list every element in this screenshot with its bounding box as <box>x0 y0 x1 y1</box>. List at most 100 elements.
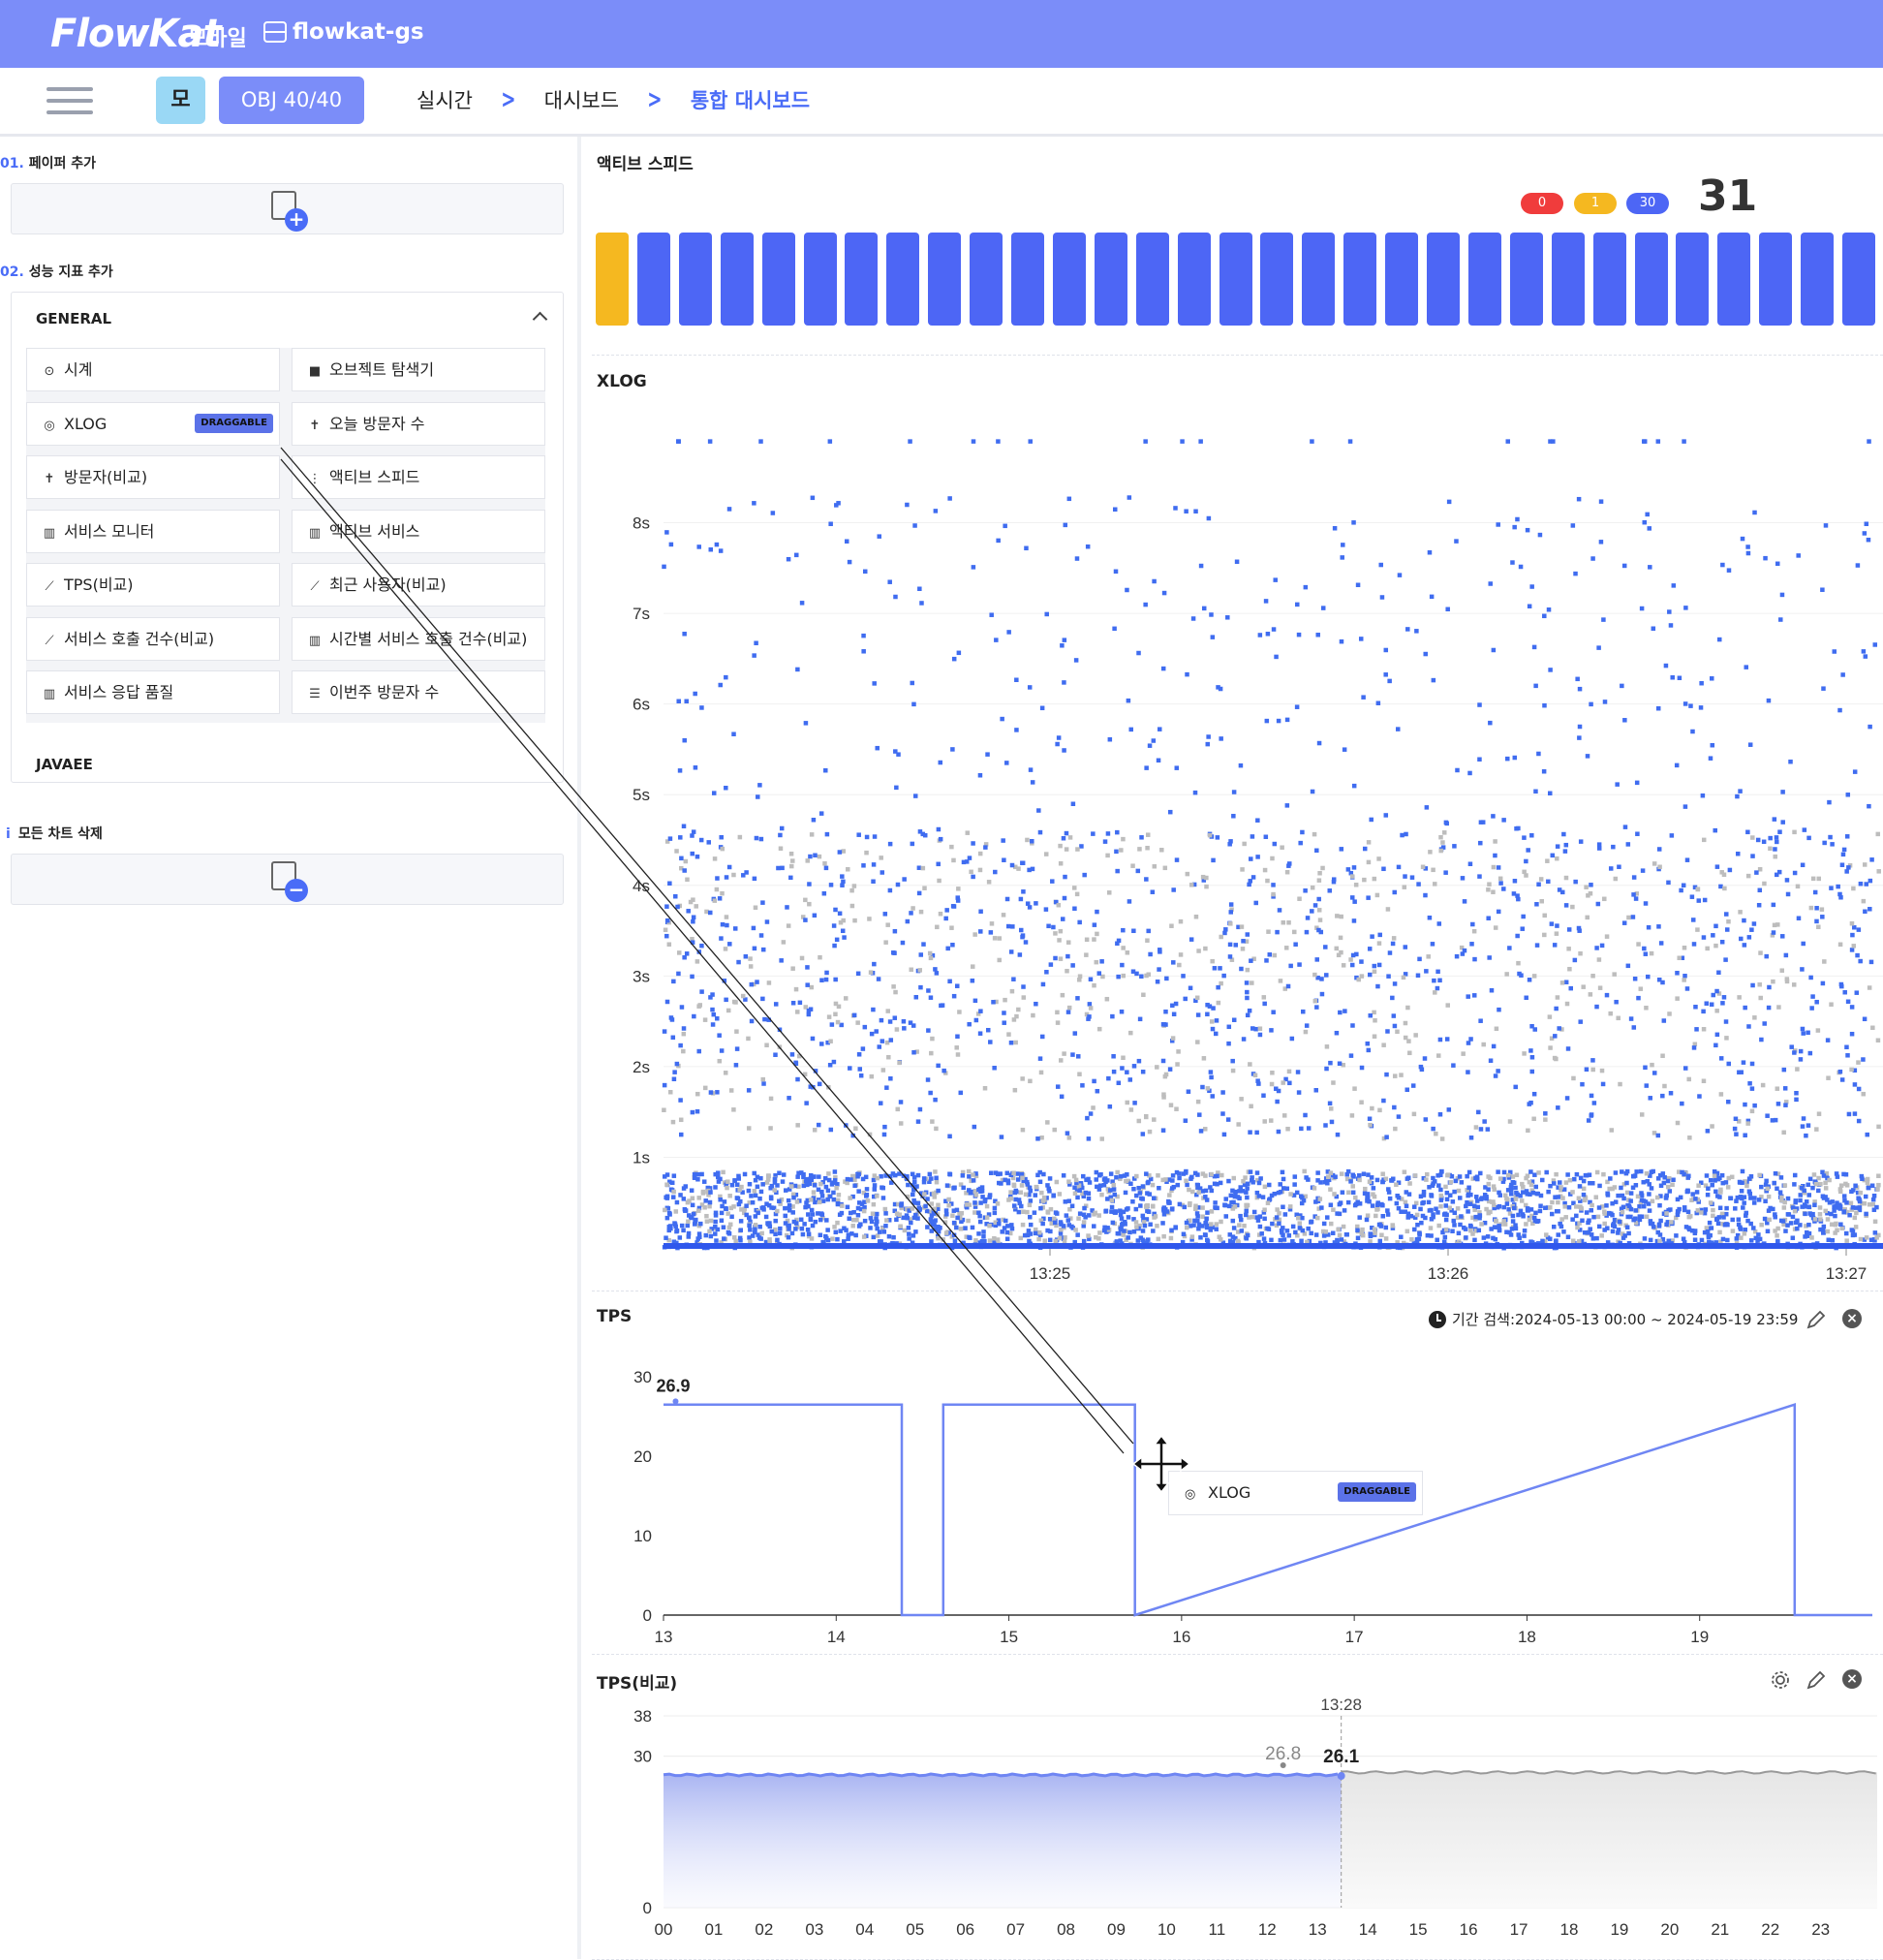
xlog-point <box>1812 1202 1817 1207</box>
x-tick-label: 19 <box>1690 1628 1709 1646</box>
xlog-point <box>1747 1081 1752 1086</box>
xlog-point <box>800 1231 806 1237</box>
metric-item[interactable]: ⟋ 최근 사용자(비교) <box>292 563 545 607</box>
metric-item[interactable]: ■ 오브젝트 탐색기 <box>292 348 545 391</box>
xlog-point <box>1336 1227 1341 1232</box>
xlog-point <box>1568 985 1573 991</box>
xlog-point <box>1065 1010 1071 1014</box>
xlog-point <box>1376 962 1382 968</box>
chevron-up-icon[interactable] <box>532 311 548 327</box>
tps-compare-chart[interactable]: 0303800 01 02 03 04 05 06 07 08 09 10 11 12 13 14 15 16 1… <box>592 1656 1883 1959</box>
xlog-point <box>1438 1203 1443 1209</box>
metric-item[interactable]: ☰ 이번주 방문자 수 <box>292 670 545 714</box>
xlog-point <box>1306 1226 1311 1231</box>
xlog-point <box>1167 1067 1173 1072</box>
xlog-point <box>758 439 763 444</box>
xlog-point <box>1714 988 1719 994</box>
xlog-point <box>744 870 749 875</box>
xlog-point <box>1021 984 1026 989</box>
delete-all-charts-button[interactable]: − <box>11 854 564 905</box>
menu-icon[interactable] <box>46 87 93 114</box>
metric-item[interactable]: ▥ 시간별 서비스 호출 건수(비교) <box>292 616 545 661</box>
xlog-point <box>666 1225 672 1229</box>
xlog-point <box>1744 1183 1749 1189</box>
xlog-point <box>681 1197 687 1201</box>
drag-ghost-xlog[interactable]: ◎ XLOG DRAGGABLE <box>1168 1471 1423 1515</box>
xlog-point <box>1667 609 1672 614</box>
group-general-title[interactable]: GENERAL <box>36 310 111 327</box>
metric-item[interactable]: ⟋ TPS(비교) <box>26 563 280 607</box>
metric-item[interactable]: ◎ XLOG DRAGGABLE <box>26 401 280 446</box>
xlog-point <box>1825 1229 1831 1234</box>
xlog-point <box>925 1197 930 1201</box>
group-javaee-title[interactable]: JAVAEE <box>36 756 93 773</box>
xlog-point <box>1608 1011 1613 1016</box>
xlog-point <box>736 1201 742 1207</box>
xlog-point <box>1339 1237 1344 1242</box>
xlog-point <box>1266 929 1271 934</box>
xlog-point <box>1223 1197 1228 1201</box>
breadcrumb-realtime[interactable]: 실시간 <box>417 85 473 114</box>
obj-button[interactable]: OBJ 40/40 <box>219 77 364 124</box>
xlog-point <box>840 883 845 887</box>
xlog-point <box>681 1228 686 1233</box>
add-paper-button[interactable]: + <box>11 183 564 234</box>
xlog-point <box>977 1219 983 1225</box>
xlog-point <box>767 1237 772 1242</box>
xlog-point <box>719 1210 725 1216</box>
xlog-point <box>1385 907 1391 912</box>
xlog-point <box>663 927 668 933</box>
xlog-point <box>956 887 961 891</box>
xlog-point <box>842 1239 847 1244</box>
metric-item[interactable]: ⟋ 서비스 호출 건수(비교) <box>26 616 280 661</box>
xlog-point <box>1096 1213 1101 1218</box>
xlog-point <box>1281 1080 1285 1085</box>
xlog-point <box>711 791 717 795</box>
y-tick-label: 4s <box>633 877 650 895</box>
xlog-point <box>702 1017 708 1022</box>
server-name[interactable]: flowkat-gs <box>263 19 424 45</box>
xlog-point <box>1413 1200 1419 1206</box>
xlog-point <box>925 1225 930 1229</box>
xlog-point <box>756 1210 760 1216</box>
xlog-chart[interactable]: 1s2s3s4s5s6s7s8s13:25 13:26 13:27 <box>592 358 1883 1291</box>
breadcrumb-dashboard[interactable]: 대시보드 <box>544 85 619 114</box>
metric-item[interactable]: ✝ 오늘 방문자 수 <box>292 401 545 446</box>
xlog-point <box>1801 1031 1806 1036</box>
metric-item[interactable]: ⊙ 시계 <box>26 348 280 391</box>
xlog-point <box>1491 864 1497 870</box>
xlog-point <box>955 1052 961 1057</box>
metric-item[interactable]: ▥ 액티브 서비스 <box>292 509 545 553</box>
metric-item[interactable]: ✝ 방문자(비교) <box>26 455 280 499</box>
xlog-point <box>847 559 852 565</box>
xlog-point <box>1310 885 1315 890</box>
xlog-point <box>1558 1180 1562 1185</box>
xlog-point <box>1855 952 1860 958</box>
metric-item-label: XLOG <box>64 414 108 433</box>
tps-compare-card: TPS(비교) × 0 30 38 00 01 02 03 04 05 06 07 08 09 10 11 1… <box>592 1656 1883 1960</box>
xlog-point <box>949 844 954 850</box>
metric-item[interactable]: ▥ 서비스 모니터 <box>26 509 280 553</box>
metric-item[interactable]: ▥ 서비스 응답 품질 <box>26 670 280 714</box>
xlog-point <box>1518 1208 1524 1214</box>
xlog-point <box>1522 835 1527 840</box>
xlog-point <box>1764 953 1769 959</box>
active-speed-bar <box>1177 233 1211 326</box>
mode-badge[interactable]: 모 <box>156 77 205 124</box>
xlog-point <box>1365 1192 1371 1197</box>
metric-item[interactable]: ⋮ 액티브 스피드 <box>292 455 545 499</box>
xlog-point <box>996 1222 1002 1227</box>
xlog-point <box>758 836 764 842</box>
xlog-point <box>739 1207 744 1212</box>
xlog-point <box>1127 899 1132 904</box>
xlog-point <box>1144 765 1149 770</box>
xlog-point <box>1724 927 1730 932</box>
xlog-point <box>749 1018 755 1024</box>
xlog-point <box>682 737 687 743</box>
xlog-point <box>1146 1209 1152 1214</box>
xlog-point <box>1025 1209 1030 1215</box>
breadcrumb-integrated-dashboard[interactable]: 통합 대시보드 <box>691 85 810 114</box>
xlog-point <box>972 932 977 937</box>
panel-divider[interactable] <box>577 137 581 1959</box>
y-tick-label: 7s <box>633 605 650 623</box>
